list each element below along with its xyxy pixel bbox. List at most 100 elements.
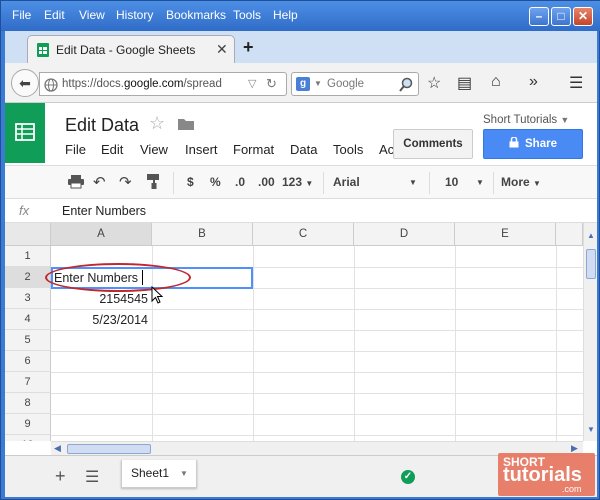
- column-header-c[interactable]: C: [253, 223, 354, 246]
- sheet-tab-sheet1[interactable]: Sheet1 ▼: [121, 460, 197, 488]
- minimize-button[interactable]: –: [529, 7, 549, 26]
- google-search-engine-icon[interactable]: g: [296, 77, 310, 91]
- scroll-up-icon[interactable]: ▲: [587, 231, 595, 240]
- url-prefix: https://docs.: [62, 78, 125, 90]
- close-window-button[interactable]: ✕: [573, 7, 593, 26]
- app-menu-edit[interactable]: Edit: [101, 142, 123, 157]
- menu-tools[interactable]: Tools: [233, 8, 261, 22]
- search-bar[interactable]: g ▼ Google: [291, 72, 419, 96]
- number-format-button[interactable]: 123 ▼: [282, 175, 313, 189]
- maximize-button[interactable]: □: [551, 7, 571, 26]
- star-icon[interactable]: ☆: [149, 113, 165, 134]
- toolbar-separator: [493, 172, 494, 194]
- back-button[interactable]: ⬅: [11, 69, 39, 97]
- font-size-dropdown-icon[interactable]: ▼: [476, 178, 484, 187]
- increase-decimal-button[interactable]: .00: [258, 175, 275, 189]
- app-menu-format[interactable]: Format: [233, 142, 274, 157]
- font-size-select[interactable]: 10: [445, 175, 458, 189]
- column-header-d[interactable]: D: [354, 223, 455, 246]
- bookmark-star-icon[interactable]: ☆: [427, 73, 441, 93]
- cell-a4[interactable]: 5/23/2014: [51, 310, 148, 331]
- sheets-app: Edit Data ☆ File Edit View Insert Format…: [5, 103, 597, 455]
- sheets-logo[interactable]: [5, 103, 45, 163]
- row-header-3[interactable]: 3: [5, 288, 51, 309]
- formula-bar: fx Enter Numbers: [5, 199, 597, 223]
- column-header-a[interactable]: A: [51, 223, 152, 246]
- menu-edit[interactable]: Edit: [44, 8, 65, 22]
- horizontal-scroll-thumb[interactable]: [67, 444, 151, 454]
- grid-line: [51, 435, 583, 436]
- app-menu-view[interactable]: View: [140, 142, 168, 157]
- account-name[interactable]: Short Tutorials ▼: [483, 114, 569, 126]
- column-header-e[interactable]: E: [455, 223, 556, 246]
- column-header-b[interactable]: B: [152, 223, 253, 246]
- more-label: More: [501, 175, 530, 189]
- url-host: google.com: [124, 78, 184, 90]
- font-dropdown-icon[interactable]: ▼: [409, 178, 417, 187]
- print-icon[interactable]: [68, 175, 84, 189]
- menu-view[interactable]: View: [79, 8, 105, 22]
- search-engine-dropdown-icon[interactable]: ▼: [314, 79, 322, 88]
- menu-bookmarks[interactable]: Bookmarks: [166, 8, 226, 22]
- new-tab-button[interactable]: +: [243, 37, 254, 58]
- row-header-10[interactable]: 10: [5, 435, 51, 441]
- cell-a3[interactable]: 2154545: [51, 289, 148, 310]
- row-header-1[interactable]: 1: [5, 246, 51, 267]
- watermark-logo: SHORT tutorials .com: [498, 453, 595, 496]
- app-menu-insert[interactable]: Insert: [185, 142, 218, 157]
- hamburger-menu-icon[interactable]: ☰: [569, 73, 583, 93]
- reload-icon[interactable]: ↻: [266, 76, 277, 92]
- formula-input[interactable]: Enter Numbers: [62, 204, 146, 218]
- share-label: Share: [525, 138, 557, 150]
- tab-strip: Edit Data - Google Sheets ✕ +: [5, 31, 597, 63]
- menu-help[interactable]: Help: [273, 8, 298, 22]
- folder-icon[interactable]: [177, 117, 195, 131]
- address-bar[interactable]: https://docs.google.com/spreadshee ▽ ↻: [39, 72, 287, 96]
- scroll-left-icon[interactable]: ◀: [54, 443, 61, 454]
- saved-check-icon: ✓: [401, 470, 415, 484]
- all-sheets-list-icon[interactable]: ☰: [85, 467, 99, 487]
- app-menu-file[interactable]: File: [65, 142, 86, 157]
- decrease-decimal-button[interactable]: .0: [235, 175, 245, 189]
- redo-icon[interactable]: ↷: [119, 173, 132, 191]
- paint-format-icon[interactable]: [147, 174, 161, 190]
- row-header-6[interactable]: 6: [5, 351, 51, 372]
- menu-history[interactable]: History: [116, 8, 153, 22]
- share-button[interactable]: Share: [483, 129, 583, 159]
- column-header-f[interactable]: [556, 223, 583, 246]
- app-menu-data[interactable]: Data: [290, 142, 317, 157]
- add-sheet-button[interactable]: +: [55, 466, 66, 487]
- row-header-7[interactable]: 7: [5, 372, 51, 393]
- currency-format-button[interactable]: $: [187, 175, 194, 189]
- menu-file[interactable]: File: [12, 8, 31, 22]
- reading-list-icon[interactable]: ▤: [457, 73, 472, 93]
- tab-title: Edit Data - Google Sheets: [56, 43, 196, 57]
- row-header-4[interactable]: 4: [5, 309, 51, 330]
- undo-icon[interactable]: ↶: [93, 173, 106, 191]
- scroll-down-icon[interactable]: ▼: [587, 425, 595, 434]
- row-header-5[interactable]: 5: [5, 330, 51, 351]
- overflow-chevron-icon[interactable]: »: [529, 73, 538, 91]
- app-menu-tools[interactable]: Tools: [333, 142, 363, 157]
- row-header-9[interactable]: 9: [5, 414, 51, 435]
- select-all-corner[interactable]: [5, 223, 51, 246]
- app-menu-addons[interactable]: Ac: [379, 142, 394, 157]
- document-title[interactable]: Edit Data: [65, 115, 139, 136]
- sheet-tab-dropdown-icon[interactable]: ▼: [180, 469, 188, 478]
- tab-close-icon[interactable]: ✕: [216, 41, 228, 58]
- magnifier-icon[interactable]: [398, 77, 414, 93]
- comments-button[interactable]: Comments: [393, 129, 473, 159]
- spreadsheet-grid[interactable]: A B C D E 1 2 3 4 5 6 7 8 9 10: [5, 223, 583, 441]
- title-bar: File Edit View History Bookmarks Tools H…: [1, 1, 600, 31]
- sheets-favicon-icon: [37, 43, 49, 57]
- row-header-8[interactable]: 8: [5, 393, 51, 414]
- home-icon[interactable]: ⌂: [491, 73, 501, 91]
- font-family-select[interactable]: Arial: [333, 175, 360, 189]
- vertical-scroll-thumb[interactable]: [586, 249, 596, 279]
- browser-tab-active[interactable]: Edit Data - Google Sheets ✕: [27, 35, 235, 63]
- vertical-scrollbar[interactable]: ▲ ▼: [583, 223, 597, 441]
- percent-format-button[interactable]: %: [210, 175, 221, 189]
- dropdown-arrow-icon[interactable]: ▽: [248, 77, 256, 90]
- more-button[interactable]: More ▼: [501, 175, 541, 189]
- number-format-dropdown-icon: ▼: [305, 179, 314, 188]
